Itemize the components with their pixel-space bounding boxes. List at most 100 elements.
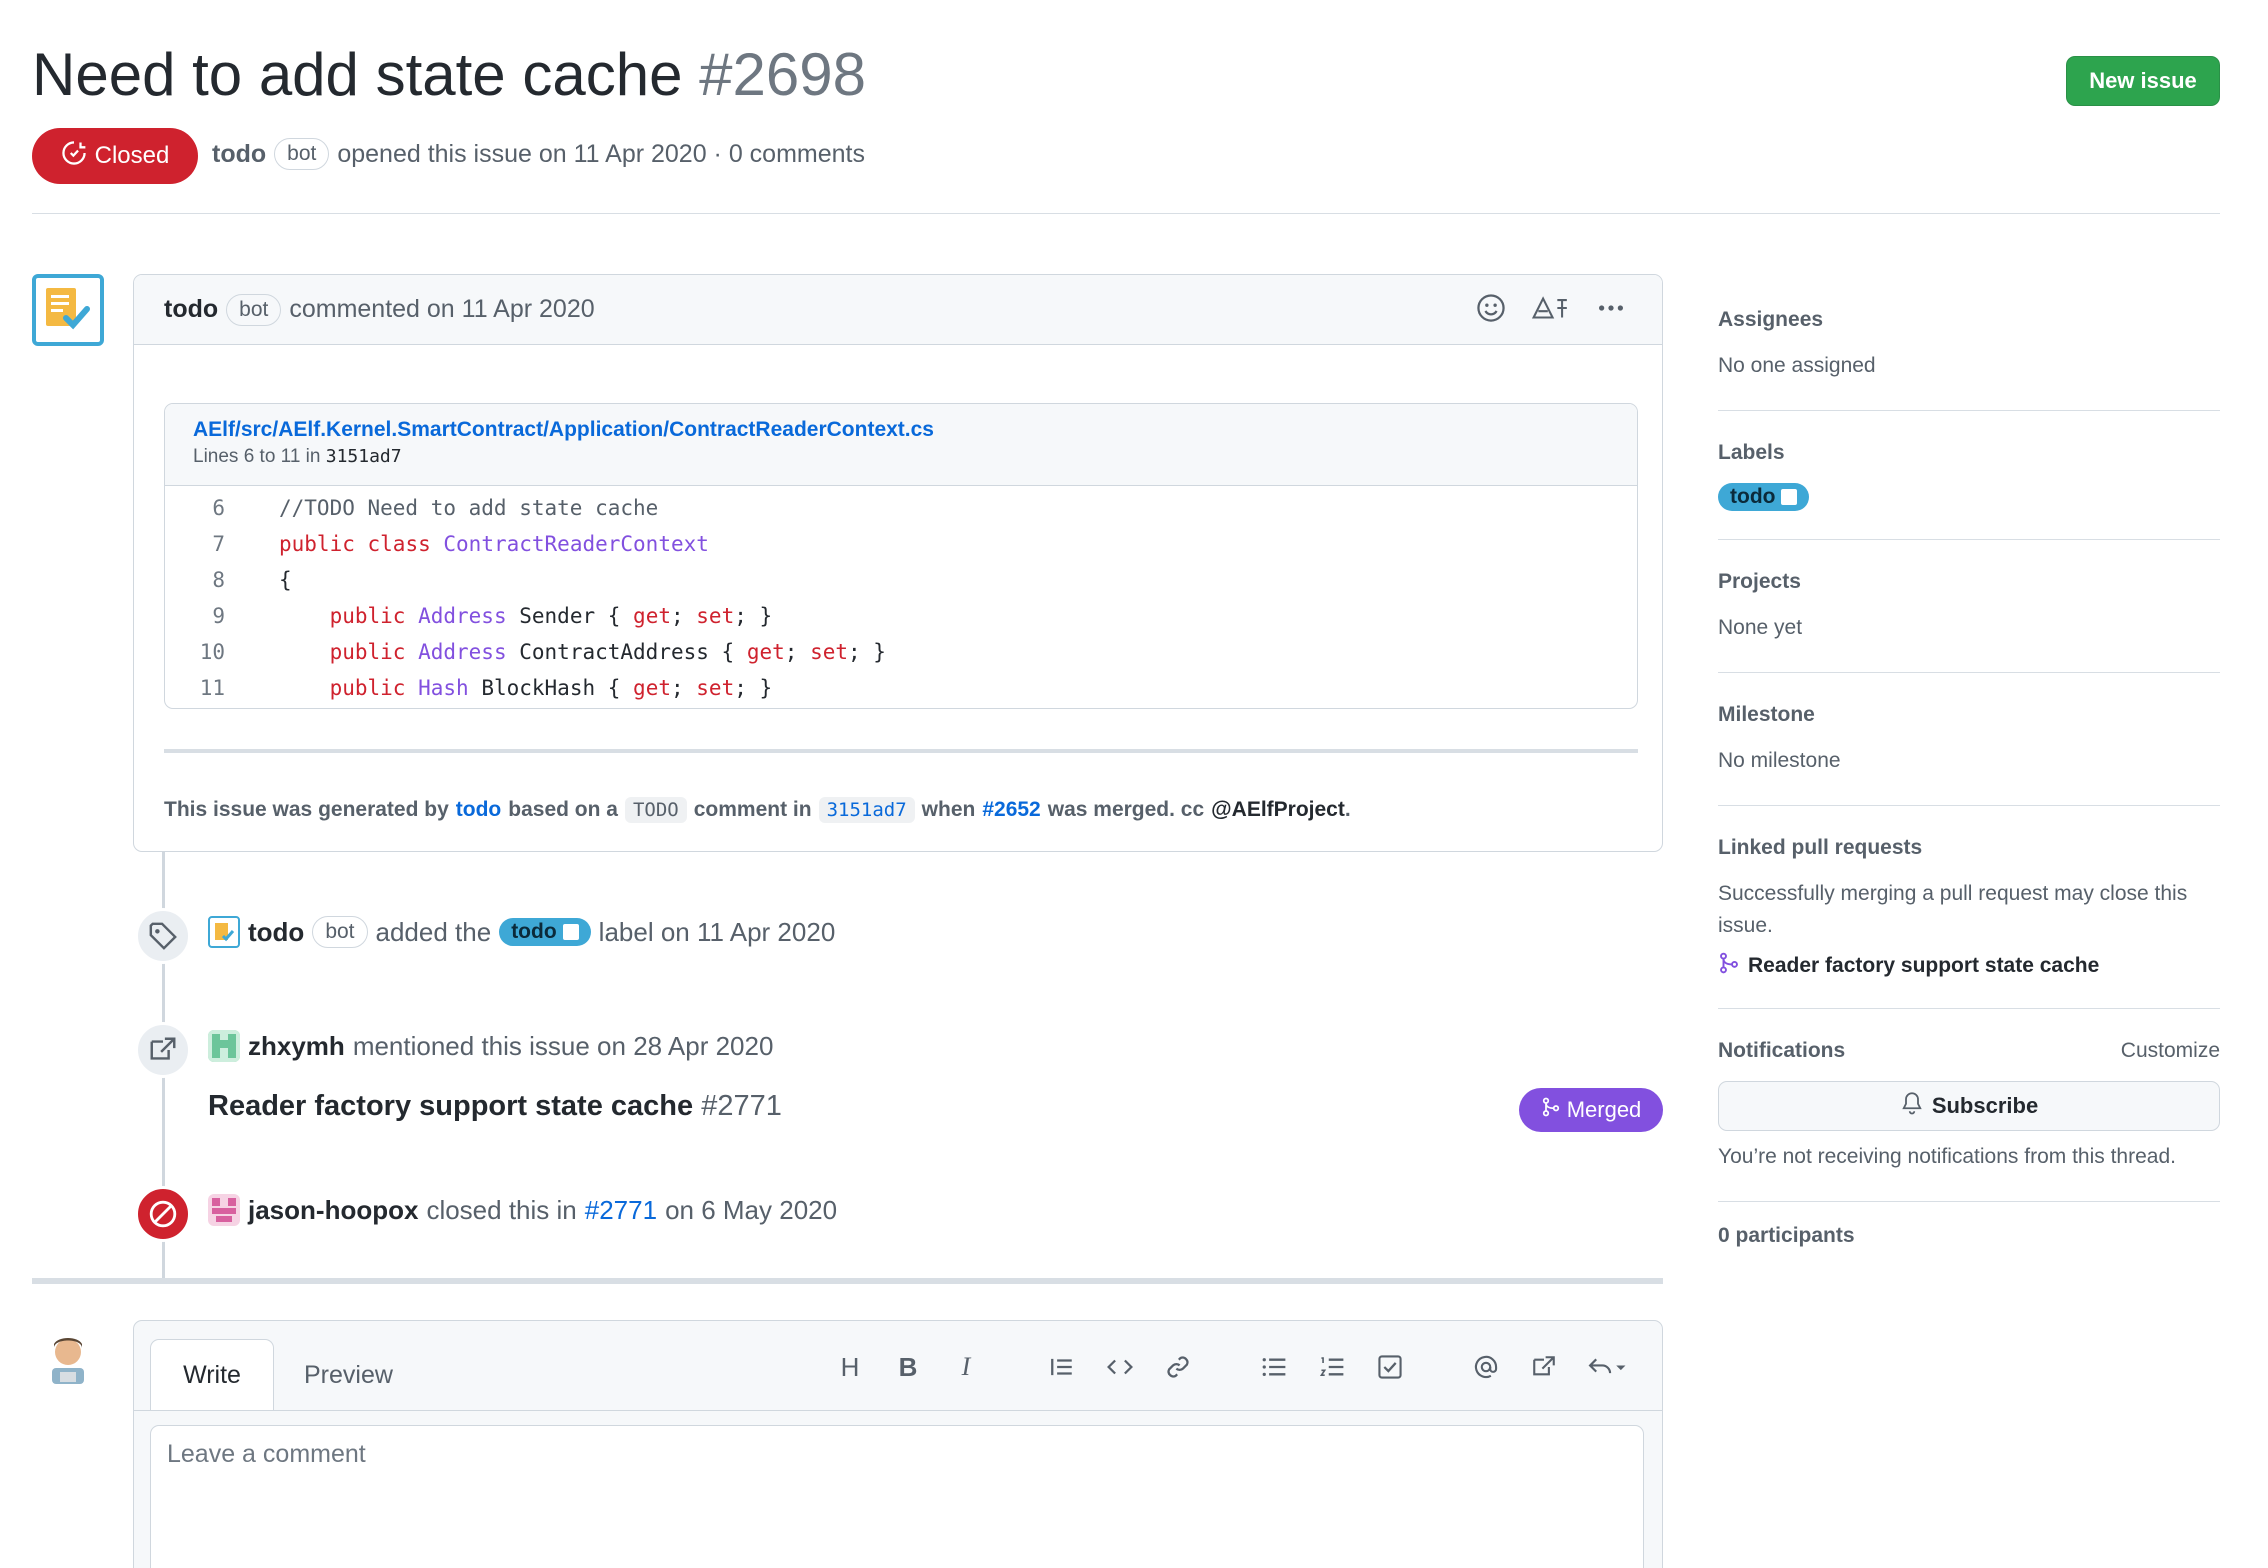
referenced-pr[interactable]: Reader factory support state cache #2771 [208, 1090, 782, 1123]
snippet-commit[interactable]: 3151ad7 [326, 446, 402, 467]
code-token: get [746, 640, 785, 664]
milestone-heading[interactable]: Milestone [1718, 703, 2220, 727]
label-event: todo bot added the todo label on 11 Apr … [208, 916, 835, 948]
mention-icon[interactable] [1466, 1347, 1506, 1387]
labels-heading[interactable]: Labels [1718, 441, 2220, 465]
ordered-list-icon[interactable] [1312, 1347, 1352, 1387]
git-merge-icon [1541, 1097, 1561, 1123]
code-token: Address [418, 604, 507, 628]
event-actor-link[interactable]: zhxymh [248, 1031, 345, 1062]
user-avatar[interactable] [208, 1030, 240, 1062]
issue-meta: todo bot opened this issue on 11 Apr 202… [212, 138, 865, 170]
code-line: 9 public Address Sender { get; set; } [165, 598, 1637, 634]
code-line: 7 public class ContractReaderContext [165, 526, 1637, 562]
user-avatar[interactable] [208, 1194, 240, 1226]
code-token: ; } [734, 604, 773, 628]
linked-pr-item[interactable]: Reader factory support state cache [1718, 952, 2220, 980]
translate-icon[interactable] [1531, 295, 1570, 328]
todo-label[interactable]: todo [499, 918, 591, 946]
tag-icon [135, 908, 191, 964]
todo-bot-avatar[interactable] [32, 274, 104, 346]
generated-footnote: This issue was generated by todo based o… [164, 797, 1351, 823]
milestone-section: Milestone No milestone [1718, 695, 2220, 806]
event-actor-link[interactable]: todo [248, 917, 304, 948]
comment-timestamp[interactable]: commented on 11 Apr 2020 [289, 295, 594, 324]
note-icon [562, 924, 579, 940]
issue-author-link[interactable]: todo [212, 140, 266, 169]
event-actor-link[interactable]: jason-hoopox [248, 1195, 418, 1226]
linked-pr-title[interactable]: Reader factory support state cache [1748, 954, 2099, 978]
add-reaction-icon[interactable] [1476, 293, 1506, 330]
merged-label: Merged [1566, 1097, 1642, 1122]
projects-heading[interactable]: Projects [1718, 570, 2220, 594]
todo-label[interactable]: todo [1718, 483, 1810, 511]
code-token: Address [418, 640, 507, 664]
link-icon[interactable] [1158, 1347, 1198, 1387]
task-list-icon[interactable] [1370, 1347, 1410, 1387]
closing-pr-link[interactable]: #2771 [585, 1195, 657, 1226]
comment-divider [164, 749, 1638, 753]
issue-comment: todo bot commented on 11 Apr 2020 AElf/s… [133, 274, 1663, 852]
footnote-commit-link[interactable]: 3151ad7 [818, 797, 915, 823]
unordered-list-icon[interactable] [1254, 1347, 1294, 1387]
referenced-pr-number: #2771 [701, 1090, 782, 1122]
kebab-menu-icon[interactable] [1596, 293, 1626, 330]
line-number[interactable]: 7 [165, 532, 225, 556]
line-number[interactable]: 10 [165, 640, 225, 664]
snippet-header: AElf/src/AElf.Kernel.SmartContract/Appli… [165, 404, 1637, 486]
code-token: get [633, 604, 671, 628]
labels-section: Labels todo [1718, 433, 2220, 540]
comment-author-link[interactable]: todo [164, 295, 218, 324]
cross-reference-icon [135, 1022, 191, 1078]
cross-reference-icon[interactable] [1524, 1347, 1564, 1387]
todo-bot-avatar[interactable] [208, 916, 240, 948]
composer-tab-divider [134, 1410, 1662, 1411]
footnote-todo-link[interactable]: todo [456, 798, 501, 822]
code-text: public Address Sender { get; set; } [225, 604, 773, 628]
line-number[interactable]: 11 [165, 676, 225, 700]
tab-preview[interactable]: Preview [304, 1339, 393, 1411]
quote-icon[interactable] [1042, 1347, 1082, 1387]
merged-badge: Merged [1519, 1088, 1663, 1132]
bell-icon [1900, 1091, 1924, 1121]
assignees-section: Assignees No one assigned [1718, 300, 2220, 411]
code-token: ; [670, 676, 697, 700]
footnote-text: comment in [693, 798, 812, 821]
current-user-avatar[interactable] [40, 1330, 96, 1386]
todo-label-text: todo [1730, 485, 1776, 508]
new-issue-button[interactable]: New issue [2066, 56, 2220, 106]
projects-value: None yet [1718, 616, 1803, 639]
italic-icon[interactable]: I [946, 1347, 986, 1387]
footnote-pr-link[interactable]: #2652 [982, 798, 1040, 822]
code-icon[interactable] [1100, 1347, 1140, 1387]
code-line: 8{ [165, 562, 1637, 598]
footnote-mention-link[interactable]: @AElfProject [1211, 798, 1345, 822]
code-token: get [633, 676, 671, 700]
footnote-todo-code: TODO [624, 797, 687, 823]
saved-replies-icon[interactable] [1582, 1347, 1632, 1387]
git-merge-icon [1718, 952, 1740, 980]
issue-closed-icon [61, 140, 87, 173]
linked-prs-description: Successfully merging a pull request may … [1718, 882, 2188, 937]
line-number[interactable]: 8 [165, 568, 225, 592]
heading-icon[interactable]: H [830, 1347, 870, 1387]
customize-link[interactable]: Customize [2121, 1039, 2220, 1063]
line-number[interactable]: 6 [165, 496, 225, 520]
subscribe-button[interactable]: Subscribe [1718, 1081, 2220, 1131]
referenced-pr-title[interactable]: Reader factory support state cache [208, 1090, 693, 1122]
code-text: { [225, 568, 292, 592]
footnote-text: This issue was generated by [164, 798, 449, 821]
code-token: class [367, 532, 431, 556]
bold-icon[interactable]: B [888, 1347, 928, 1387]
assignees-heading[interactable]: Assignees [1718, 308, 2220, 332]
code-token: Sender { [506, 604, 634, 628]
snippet-file-link[interactable]: AElf/src/AElf.Kernel.SmartContract/Appli… [193, 418, 1609, 442]
linked-prs-heading[interactable]: Linked pull requests [1718, 836, 2220, 860]
tab-write[interactable]: Write [150, 1339, 274, 1411]
line-number[interactable]: 9 [165, 604, 225, 628]
close-event: jason-hoopox closed this in #2771 on 6 M… [208, 1194, 837, 1226]
comment-textarea[interactable] [150, 1425, 1644, 1568]
